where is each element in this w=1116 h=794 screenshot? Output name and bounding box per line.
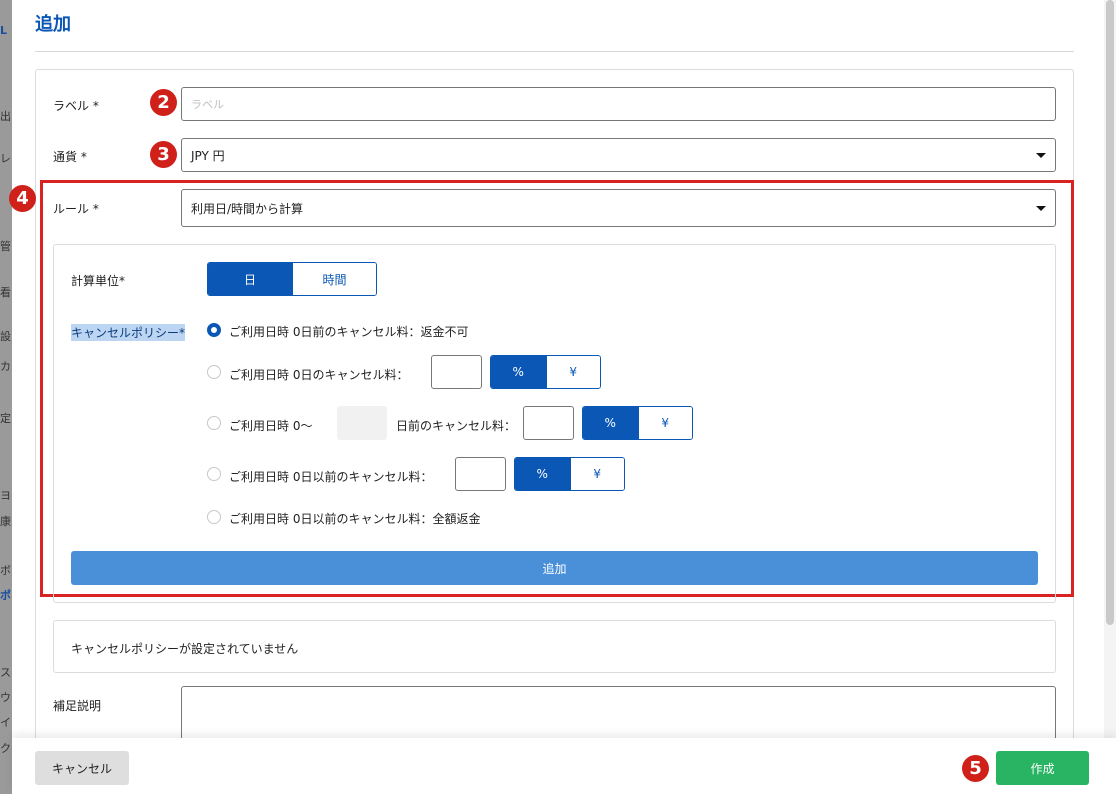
background-text: 定	[0, 412, 11, 425]
background-app: L 出 レ 管 看 設 カ 定 ヨ 康 ボ ポ ス ウ イ ク	[0, 0, 12, 794]
cancel-policy-label: キャンセルポリシー*	[71, 324, 186, 341]
chevron-down-icon	[1036, 206, 1046, 211]
background-text: ポ	[0, 589, 11, 602]
background-text: カ	[0, 360, 11, 373]
cancel-button[interactable]: キャンセル	[35, 751, 129, 785]
cancel-policy-radio-4[interactable]	[207, 467, 221, 481]
cancel-policy-radio-2[interactable]	[207, 365, 221, 379]
cancel-policy-radio-1[interactable]	[207, 323, 221, 337]
days-range-input[interactable]	[337, 406, 387, 440]
cancel-fee-input-4[interactable]	[455, 457, 506, 491]
rule-field-label: ルール *	[53, 202, 99, 216]
percent-button[interactable]: %	[583, 407, 638, 439]
background-text: ボ	[0, 564, 11, 577]
background-text: ウ	[0, 691, 11, 704]
background-text: ス	[0, 666, 11, 679]
background-text: 康	[0, 515, 11, 528]
cancel-fee-input-2[interactable]	[431, 355, 482, 389]
cancel-policy-option-2: ご利用日時 0日のキャンセル料：	[229, 368, 409, 382]
fee-unit-toggle-4: % ¥	[514, 457, 625, 491]
cancel-policy-option-5: ご利用日時 0日以前のキャンセル料：全額返金	[229, 512, 481, 526]
calc-unit-day-button[interactable]: 日	[208, 263, 292, 295]
percent-button[interactable]: %	[515, 458, 570, 490]
add-policy-button[interactable]: 追加	[71, 551, 1038, 585]
label-input[interactable]: ラベル	[181, 87, 1056, 121]
cancel-policy-radio-5[interactable]	[207, 510, 221, 524]
annotation-marker-3: 3	[150, 141, 177, 168]
yen-button[interactable]: ¥	[545, 356, 600, 388]
rule-select[interactable]: 利用日/時間から計算	[181, 189, 1056, 227]
background-text: 出	[0, 110, 11, 123]
dialog-footer	[12, 738, 1116, 794]
background-text: 管	[0, 240, 11, 253]
background-text: ヨ	[0, 489, 11, 502]
calc-unit-toggle: 日 時間	[207, 262, 377, 296]
background-text: 看	[0, 286, 11, 299]
dialog-title: 追加	[35, 14, 71, 35]
background-text: L	[0, 24, 8, 37]
title-divider	[35, 51, 1074, 52]
cancel-policy-radio-3[interactable]	[207, 416, 221, 430]
rule-select-value: 利用日/時間から計算	[191, 201, 304, 216]
no-policy-notice: キャンセルポリシーが設定されていません	[53, 620, 1056, 673]
label-input-placeholder: ラベル	[191, 98, 224, 111]
cancel-policy-option-3: ご利用日時 0〜	[229, 419, 313, 433]
label-field-label: ラベル *	[53, 99, 99, 113]
no-policy-text: キャンセルポリシーが設定されていません	[71, 642, 299, 656]
calc-unit-hour-button[interactable]: 時間	[292, 263, 376, 295]
background-text: レ	[0, 152, 11, 165]
percent-button[interactable]: %	[491, 356, 546, 388]
cancel-policy-option-4: ご利用日時 0日以前のキャンセル料：	[229, 470, 433, 484]
yen-button[interactable]: ¥	[569, 458, 624, 490]
currency-field-label: 通貨 *	[53, 150, 87, 164]
annotation-marker-2: 2	[150, 89, 177, 116]
background-text: ク	[0, 742, 11, 755]
annotation-marker-5: 5	[962, 755, 989, 782]
supplement-label: 補足説明	[53, 699, 102, 713]
background-text: イ	[0, 716, 11, 729]
background-text: 設	[0, 330, 11, 343]
create-button[interactable]: 作成	[996, 751, 1089, 785]
yen-button[interactable]: ¥	[637, 407, 692, 439]
currency-select[interactable]: JPY 円	[181, 138, 1056, 172]
chevron-down-icon	[1036, 153, 1046, 158]
fee-unit-toggle-2: % ¥	[490, 355, 601, 389]
scrollbar-thumb[interactable]	[1106, 0, 1114, 625]
fee-unit-toggle-3: % ¥	[582, 406, 693, 440]
cancel-policy-option-1: ご利用日時 0日前のキャンセル料：返金不可	[229, 325, 469, 339]
currency-select-value: JPY 円	[191, 148, 225, 163]
calc-unit-label: 計算単位*	[71, 274, 126, 288]
cancel-policy-option-3-suffix: 日前のキャンセル料：	[396, 419, 517, 433]
cancel-fee-input-3[interactable]	[523, 406, 574, 440]
supplement-textarea[interactable]	[181, 686, 1056, 746]
annotation-marker-4: 4	[9, 185, 36, 212]
